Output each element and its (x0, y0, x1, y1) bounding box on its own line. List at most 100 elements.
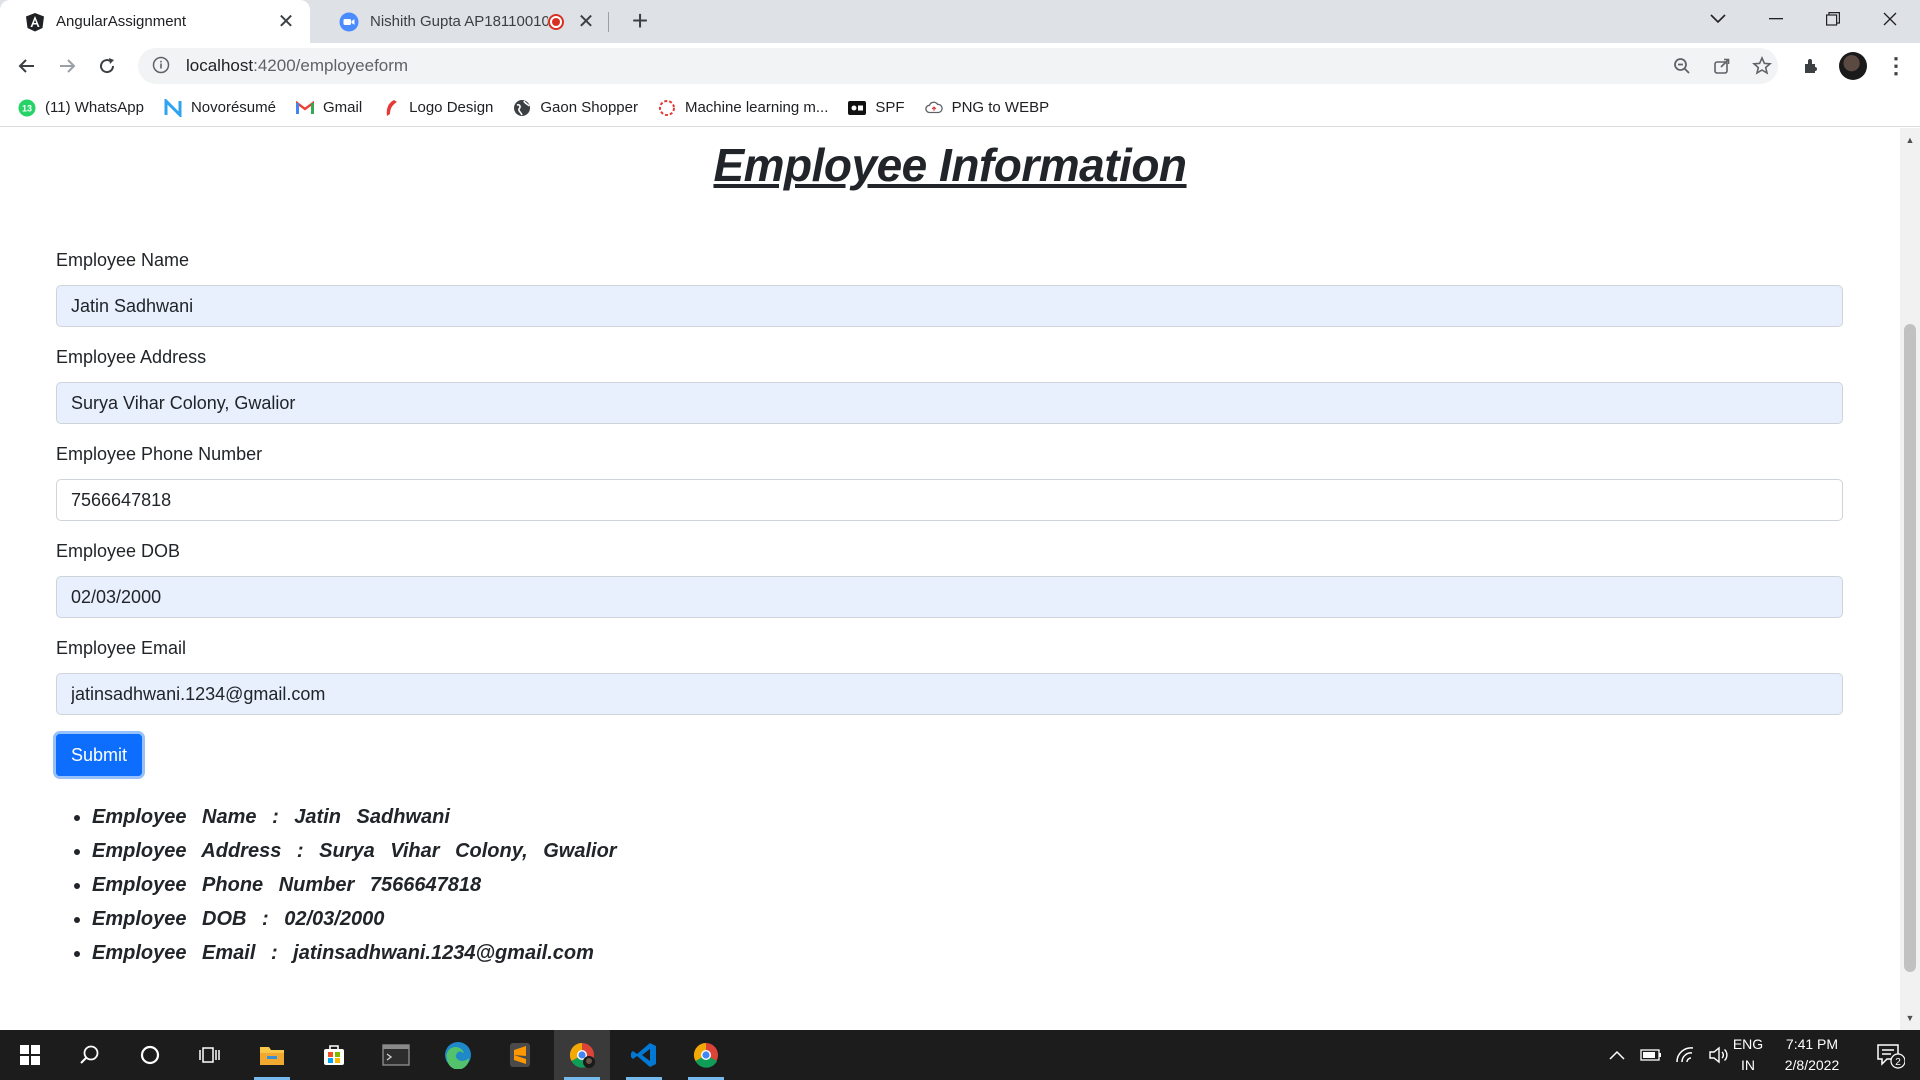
bookmark-star-icon[interactable] (1747, 51, 1777, 81)
employee-email-label: Employee Email (56, 638, 187, 658)
tab-title: AngularAssignment (56, 13, 187, 30)
windows-taskbar: ENG IN 7:41 PM 2/8/2022 2 (0, 1030, 1920, 1080)
new-tab-button[interactable]: + (624, 6, 656, 38)
tab-separator (608, 12, 609, 32)
page-title: Employee Information (713, 139, 1187, 191)
microsoft-store-icon[interactable] (306, 1030, 362, 1080)
globe-icon (513, 99, 531, 117)
scroll-up-icon[interactable]: ▲ (1904, 134, 1916, 146)
employee-address-label: Employee Address (56, 347, 207, 367)
logo-design-icon (382, 99, 400, 117)
reload-button[interactable] (90, 49, 124, 83)
scroll-down-icon[interactable]: ▼ (1904, 1012, 1916, 1024)
profile-avatar[interactable] (1839, 52, 1867, 80)
show-hidden-icons-icon[interactable] (1600, 1030, 1634, 1080)
close-icon[interactable]: ✕ (576, 9, 596, 34)
bookmark-gmail[interactable]: Gmail (295, 99, 363, 117)
whatsapp-icon: 13 (18, 99, 36, 117)
bookmark-whatsapp[interactable]: 13 (11) WhatsApp (18, 99, 144, 117)
sublime-text-icon[interactable] (492, 1030, 548, 1080)
tab-angular-assignment[interactable]: AngularAssignment ✕ (0, 0, 310, 43)
close-icon[interactable]: ✕ (276, 9, 296, 34)
minimize-button[interactable] (1748, 0, 1804, 38)
input-language[interactable]: ENG IN (1730, 1034, 1766, 1076)
tab-title: Nishith Gupta AP181100103 (370, 13, 548, 30)
bookmark-label: Novorésumé (190, 99, 276, 116)
summary-email: Employee Email : jatinsadhwani.1234@gmai… (92, 936, 617, 970)
url-host: localhost (186, 56, 254, 75)
vscode-icon[interactable] (616, 1030, 672, 1080)
employee-name-label: Employee Name (56, 250, 190, 270)
bookmark-label: Gmail (322, 99, 363, 116)
page-scrollbar[interactable]: ▲ ▼ (1900, 128, 1920, 1030)
bookmark-label: PNG to WEBP (951, 99, 1050, 116)
back-button[interactable] (10, 49, 44, 83)
chrome-profile-icon[interactable] (554, 1030, 610, 1080)
address-bar[interactable]: localhost:4200/employeeform (138, 48, 1778, 84)
employee-phone-input[interactable] (56, 479, 1843, 521)
employee-address-input[interactable] (56, 382, 1843, 424)
search-icon[interactable] (62, 1030, 118, 1080)
bookmark-novoresume[interactable]: Novorésumé (164, 98, 276, 117)
bookmark-logo-design[interactable]: Logo Design (382, 99, 493, 117)
tab-zoom-meeting[interactable]: Nishith Gupta AP181100103 ✕ (314, 0, 610, 43)
employee-name-input[interactable] (56, 285, 1843, 327)
extensions-icon[interactable] (1797, 51, 1827, 81)
page-viewport: Employee Information Employee Name Emplo… (0, 128, 1900, 1030)
bookmark-gaon-shopper[interactable]: Gaon Shopper (513, 99, 638, 117)
share-icon[interactable] (1707, 51, 1737, 81)
scrollbar-thumb[interactable] (1904, 324, 1916, 972)
browser-tab-strip: AngularAssignment ✕ Nishith Gupta AP1811… (0, 0, 1920, 43)
notification-center-icon[interactable]: 2 (1862, 1030, 1918, 1080)
bookmark-label: SPF (875, 99, 905, 116)
browser-toolbar: localhost:4200/employeeform (0, 43, 1920, 89)
whatsapp-badge: 13 (22, 103, 32, 113)
novoresume-icon (164, 98, 182, 117)
edge-icon[interactable] (430, 1030, 486, 1080)
zoom-icon (338, 11, 360, 33)
angular-icon (24, 11, 46, 33)
bookmark-label: Machine learning m... (684, 99, 829, 116)
restore-button[interactable] (1805, 0, 1861, 38)
task-view-icon[interactable] (182, 1030, 238, 1080)
bookmark-label: (11) WhatsApp (45, 99, 144, 116)
bookmarks-bar: 13 (11) WhatsApp Novorésumé Gmail Logo D… (0, 89, 1920, 127)
clock-time: 7:41 PM (1785, 1036, 1839, 1052)
summary-dob: Employee DOB : 02/03/2000 (92, 902, 617, 936)
spf-icon (848, 99, 867, 117)
summary-name: Employee Name : Jatin Sadhwani (92, 800, 617, 834)
region-code: IN (1741, 1057, 1755, 1073)
clock[interactable]: 7:41 PM 2/8/2022 (1772, 1034, 1852, 1076)
site-info-icon[interactable] (152, 56, 172, 76)
start-icon[interactable] (2, 1030, 58, 1080)
summary-address: Employee Address : Surya Vihar Colony, G… (92, 834, 617, 868)
employee-email-input[interactable] (56, 673, 1843, 715)
tab-search-icon[interactable] (1690, 0, 1746, 38)
wifi-icon[interactable] (1668, 1030, 1702, 1080)
clock-date: 2/8/2022 (1784, 1057, 1840, 1073)
employee-dob-label: Employee DOB (56, 541, 181, 561)
cortana-icon[interactable] (122, 1030, 178, 1080)
recording-icon (548, 13, 564, 30)
file-explorer-icon[interactable] (244, 1030, 300, 1080)
employee-dob-input[interactable] (56, 576, 1843, 618)
loader-icon (658, 99, 676, 117)
cloud-icon (924, 99, 943, 117)
gmail-icon (295, 99, 314, 117)
employee-phone-label: Employee Phone Number (56, 444, 263, 464)
forward-button[interactable] (50, 49, 84, 83)
zoom-magnifier-icon[interactable] (1667, 51, 1697, 81)
browser-menu-icon[interactable]: ⋮ (1884, 52, 1908, 80)
battery-icon[interactable] (1634, 1030, 1668, 1080)
terminal-icon[interactable] (368, 1030, 424, 1080)
bookmark-spf[interactable]: SPF (848, 99, 905, 117)
url-path: :4200/employeeform (253, 56, 409, 75)
summary-phone: Employee Phone Number 7566647818 (92, 868, 617, 902)
bookmark-label: Gaon Shopper (540, 99, 638, 116)
close-window-button[interactable] (1862, 0, 1918, 38)
submit-button[interactable]: Submit (53, 731, 145, 779)
bookmark-png-to-webp[interactable]: PNG to WEBP (924, 99, 1050, 117)
employee-summary-list: Employee Name : Jatin Sadhwani Employee … (92, 800, 617, 970)
bookmark-machine-learning[interactable]: Machine learning m... (658, 99, 828, 117)
chrome-icon[interactable] (678, 1030, 734, 1080)
